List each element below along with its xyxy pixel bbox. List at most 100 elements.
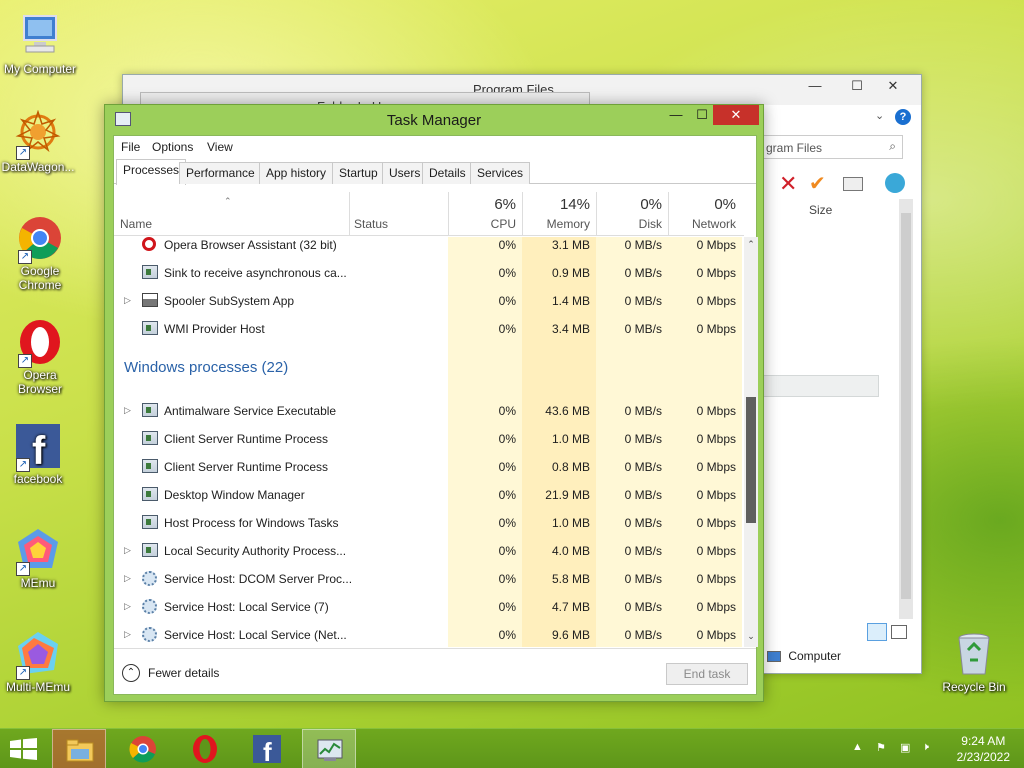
explorer-selected-item[interactable] [763, 375, 879, 397]
column-header-size[interactable]: Size [809, 203, 832, 217]
taskbar-clock[interactable]: 9:24 AM 2/23/2022 [957, 733, 1010, 765]
minimize-button[interactable]: — [663, 105, 689, 125]
scroll-down-icon[interactable]: ⌄ [744, 631, 758, 642]
table-row[interactable]: Sink to receive asynchronous ca... 0% 0.9 … [114, 259, 744, 287]
scrollbar-thumb[interactable] [746, 397, 756, 523]
table-row[interactable]: ▷ Antimalware Service Executable 0% 43.6 MB… [114, 397, 744, 425]
delete-icon[interactable]: ✕ [779, 171, 797, 197]
desktop-icon-chrome[interactable]: ↗ Google Chrome [0, 214, 80, 292]
desktop-icon-memu[interactable]: ↗ MEmu [0, 526, 78, 590]
desktop-icon-recycle-bin[interactable]: Recycle Bin [934, 630, 1014, 694]
tab-startup[interactable]: Startup [332, 162, 385, 184]
taskbar-file-explorer[interactable] [52, 729, 106, 768]
column-header-status[interactable]: Status [354, 217, 388, 231]
maximize-button[interactable]: ☐ [689, 105, 715, 125]
show-hidden-icons-icon[interactable]: ▲ [852, 741, 863, 753]
desktop-icon-datawagon[interactable]: ↗ DataWagon... [0, 109, 78, 174]
column-header-network[interactable]: 0% Network [668, 186, 742, 236]
table-row[interactable]: ▷ Spooler SubSystem App 0% 1.4 MB 0 MB/s 0 Mb… [114, 287, 744, 315]
process-name: WMI Provider Host [164, 322, 265, 336]
scroll-up-icon[interactable]: ⌃ [744, 239, 758, 250]
column-header-cpu[interactable]: 6% CPU [448, 186, 522, 236]
view-tiles-icon[interactable] [891, 625, 907, 639]
table-row[interactable]: Client Server Runtime Process 0% 0.8 MB 0 M… [114, 453, 744, 481]
search-icon: ⌕ [889, 139, 896, 153]
shortcut-arrow-icon: ↗ [16, 458, 30, 472]
sort-arrow-icon: ⌃ [224, 196, 232, 206]
taskbar-facebook[interactable]: f [240, 729, 294, 768]
explorer-maximize-button[interactable]: ☐ [843, 75, 871, 97]
process-net: 0 Mbps [696, 572, 736, 586]
menu-view[interactable]: View [207, 140, 233, 154]
explorer-help-icon[interactable]: ? [895, 109, 911, 125]
menu-options[interactable]: Options [152, 140, 193, 154]
process-cpu: 0% [498, 432, 516, 446]
table-row[interactable]: ▷ Service Host: Local Service (7) 0% 4.7 MB… [114, 593, 744, 621]
computer-icon [16, 12, 64, 60]
shortcut-arrow-icon: ↗ [18, 354, 32, 368]
expand-arrow-icon[interactable]: ▷ [124, 601, 131, 612]
start-button[interactable] [10, 738, 38, 760]
process-cpu: 0% [498, 322, 516, 336]
explorer-status-location[interactable]: Computer [767, 649, 841, 663]
tab-app-history[interactable]: App history [259, 162, 334, 184]
table-row[interactable]: WMI Provider Host 0% 3.4 MB 0 MB/s 0 Mbps [114, 315, 744, 343]
process-net: 0 Mbps [696, 238, 736, 252]
volume-muted-icon[interactable]: 🕨 [922, 741, 929, 754]
expand-arrow-icon[interactable]: ▷ [124, 573, 131, 584]
table-row[interactable]: ▷ Service Host: Local Service (Net... 0% 9.… [114, 621, 744, 647]
table-row[interactable]: Client Server Runtime Process 0% 1.0 MB 0 M… [114, 425, 744, 453]
expand-arrow-icon[interactable]: ▷ [124, 295, 131, 306]
properties-icon[interactable] [843, 177, 863, 191]
process-disk: 0 MB/s [624, 460, 662, 474]
fewer-details-link[interactable]: Fewer details [148, 666, 219, 680]
table-row[interactable]: Opera Browser Assistant (32 bit) 0% 3.1 MB… [114, 237, 744, 259]
task-manager-titlebar[interactable]: Task Manager — ☐ ✕ [105, 105, 763, 133]
taskbar-task-manager[interactable] [302, 729, 356, 768]
taskbar-opera[interactable] [178, 729, 232, 768]
process-list-scrollbar[interactable]: ⌃ ⌄ [744, 237, 758, 647]
explorer-search-box[interactable]: gram Files ⌕ [763, 135, 903, 159]
process-list[interactable]: Windows processes (22) Opera Browser Ass… [114, 237, 744, 647]
close-button[interactable]: ✕ [713, 105, 759, 125]
view-details-icon[interactable] [867, 623, 887, 641]
process-disk: 0 MB/s [624, 600, 662, 614]
table-row[interactable]: ▷ Service Host: DCOM Server Proc... 0% 5.8 … [114, 565, 744, 593]
action-center-flag-icon[interactable]: ⚑ [876, 741, 886, 754]
table-row[interactable]: Desktop Window Manager 0% 21.9 MB 0 MB/s 0 M… [114, 481, 744, 509]
column-header-disk[interactable]: 0% Disk [596, 186, 668, 236]
desktop-icon-my-computer[interactable]: My Computer [0, 12, 80, 76]
desktop-icon-label: Google Chrome [18, 264, 62, 292]
explorer-scrollbar[interactable] [899, 199, 913, 619]
tab-processes[interactable]: Processes [116, 159, 187, 185]
chevron-up-icon[interactable]: ⌃ [122, 664, 140, 682]
table-row[interactable]: Host Process for Windows Tasks 0% 1.0 MB 0 … [114, 509, 744, 537]
explorer-close-button[interactable]: ✕ [871, 75, 915, 97]
process-cpu: 0% [498, 294, 516, 308]
menu-file[interactable]: File [121, 140, 140, 154]
group-windows-processes[interactable]: Windows processes (22) [124, 359, 288, 376]
tab-users[interactable]: Users [382, 162, 428, 184]
network-icon[interactable]: ▣ [900, 741, 910, 754]
column-header-name[interactable]: Name [120, 217, 152, 231]
expand-arrow-icon[interactable]: ▷ [124, 405, 131, 416]
tab-services[interactable]: Services [470, 162, 531, 184]
taskbar-chrome[interactable] [116, 729, 170, 768]
tab-details[interactable]: Details [422, 162, 473, 184]
explorer-expand-icon[interactable]: ⌄ [875, 109, 884, 122]
expand-arrow-icon[interactable]: ▷ [124, 545, 131, 556]
desktop-icon-facebook[interactable]: f ↗ facebook [0, 422, 78, 486]
end-task-button[interactable]: End task [666, 663, 748, 685]
task-manager-footer: ⌃ Fewer details End task [114, 648, 756, 694]
expand-arrow-icon[interactable]: ▷ [124, 629, 131, 640]
explorer-minimize-button[interactable]: — [801, 75, 829, 97]
table-row[interactable]: ▷ Local Security Authority Process... 0% 4.… [114, 537, 744, 565]
desktop-icon-opera[interactable]: ↗ Opera Browser [0, 318, 80, 396]
task-manager-window[interactable]: Task Manager — ☐ ✕ File Options View Pro… [104, 104, 764, 702]
desktop-icon-multi-memu[interactable]: ↗ Multi-MEmu [0, 630, 78, 694]
globe-icon[interactable] [885, 173, 905, 193]
tab-performance[interactable]: Performance [179, 162, 262, 184]
desktop-icon-label: Recycle Bin [942, 680, 1006, 694]
column-header-memory[interactable]: 14% Memory [522, 186, 596, 236]
checkmark-icon[interactable]: ✔ [809, 171, 826, 196]
